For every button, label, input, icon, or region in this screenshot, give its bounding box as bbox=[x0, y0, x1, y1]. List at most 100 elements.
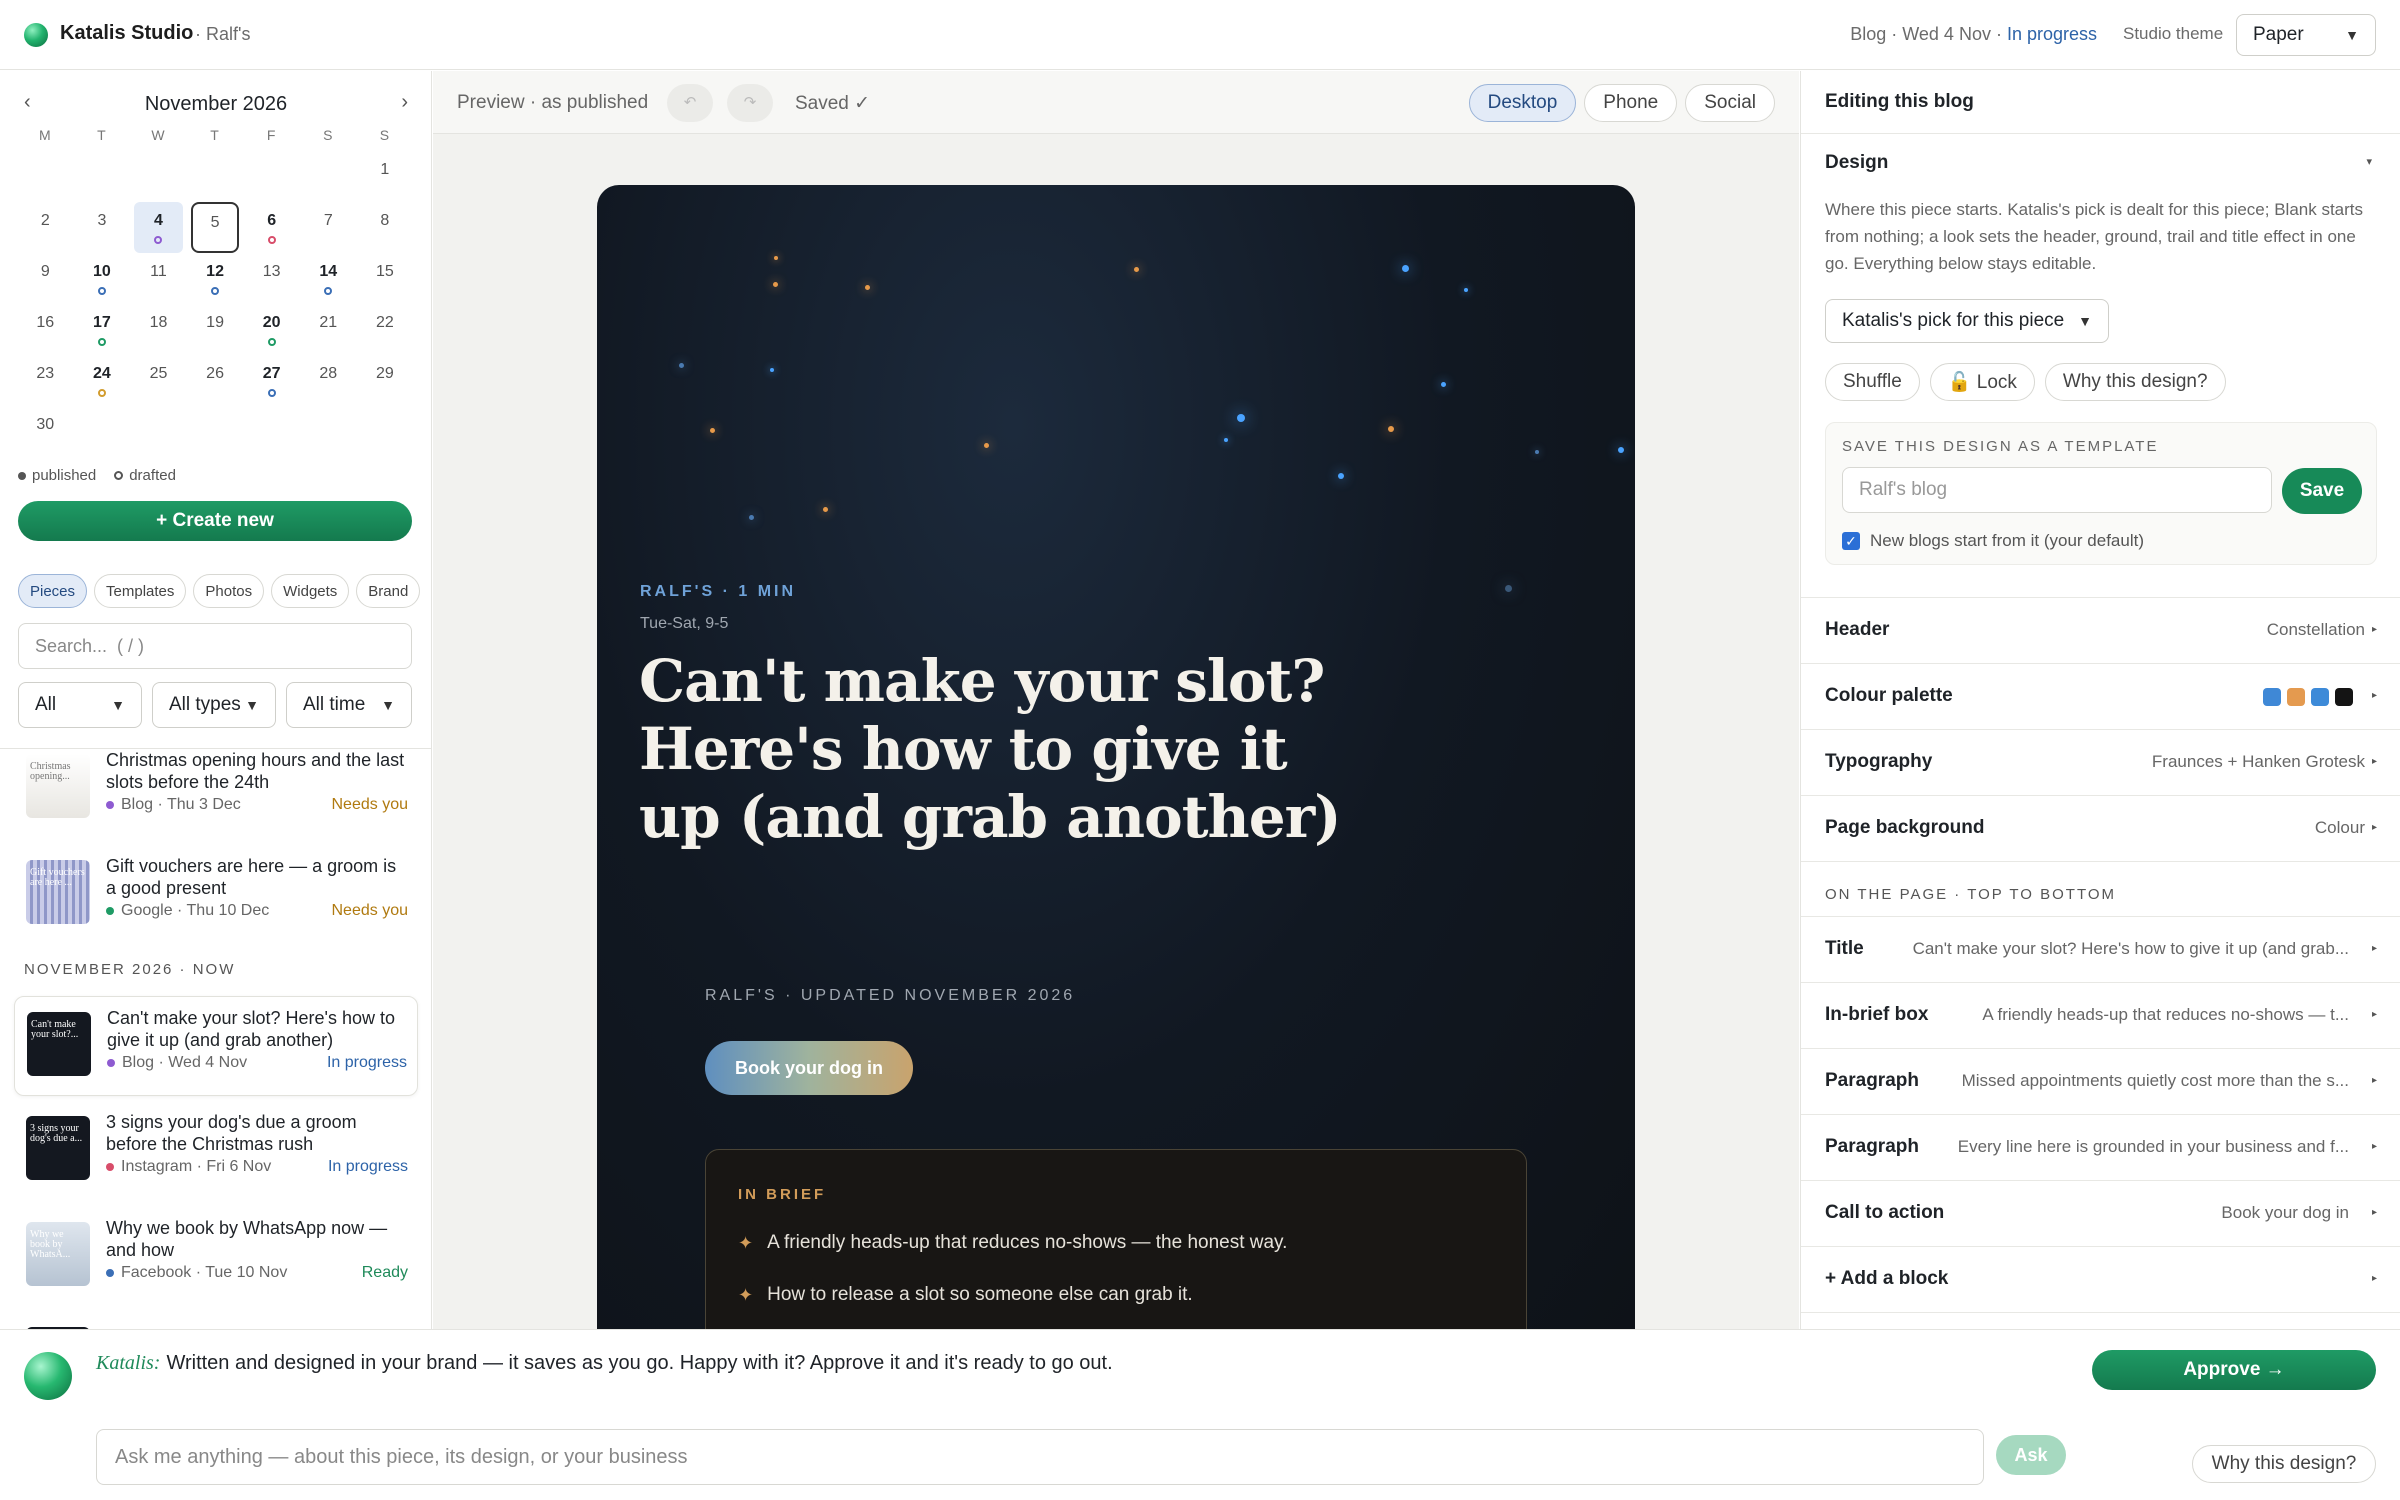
approve-button[interactable]: Approve → bbox=[2092, 1350, 2376, 1390]
calendar-day[interactable]: 1 bbox=[357, 151, 414, 202]
calendar-day[interactable]: 8 bbox=[357, 202, 414, 253]
caret-right-icon: ▸ bbox=[2371, 943, 2377, 954]
calendar-day[interactable]: 12 bbox=[187, 253, 244, 304]
template-name-input[interactable] bbox=[1842, 467, 2272, 513]
calendar-day[interactable]: 27 bbox=[243, 355, 300, 406]
tab-pieces[interactable]: Pieces bbox=[18, 574, 88, 608]
calendar-day[interactable]: 2 bbox=[17, 202, 74, 253]
page-background-value: Colour bbox=[2314, 818, 2365, 837]
calendar-empty bbox=[187, 406, 244, 457]
default-template-checkbox[interactable]: ✓ New blogs start from it (your default) bbox=[1842, 531, 2144, 551]
calendar-day[interactable]: 4 bbox=[134, 202, 183, 253]
calendar-day[interactable]: 22 bbox=[357, 304, 414, 355]
calendar-day-number: 15 bbox=[375, 263, 394, 280]
calendar-day[interactable]: 18 bbox=[130, 304, 187, 355]
calendar-day[interactable]: 26 bbox=[187, 355, 244, 406]
piece-title: Can't make your slot? Here's how to give… bbox=[107, 1008, 395, 1050]
calendar-day[interactable]: 17 bbox=[74, 304, 131, 355]
katalis-logo-icon bbox=[24, 23, 48, 47]
chevron-down-icon: ▼ bbox=[381, 697, 395, 713]
piece-list: NOVEMBER 2026 · NOW Christmas opening...… bbox=[0, 748, 431, 1329]
block-row[interactable]: Paragraph Every line here is grounded in … bbox=[1801, 1114, 2400, 1180]
calendar-day[interactable]: 13 bbox=[243, 253, 300, 304]
caret-down-icon[interactable]: ▾ bbox=[2366, 155, 2372, 168]
calendar-day[interactable]: 20 bbox=[243, 304, 300, 355]
calendar-day[interactable]: 3 bbox=[74, 202, 131, 253]
calendar-next-icon[interactable]: › bbox=[401, 91, 408, 114]
calendar-weeks: 1 2 3 4 5 6 7 8 9 10 11 12 13 14 15 16 17 18 19 20 21 22 23 24 2… bbox=[17, 151, 413, 457]
search-input[interactable] bbox=[18, 623, 412, 669]
calendar-day[interactable]: 29 bbox=[357, 355, 414, 406]
checkbox-checked-icon[interactable]: ✓ bbox=[1842, 532, 1860, 550]
calendar-day[interactable]: 10 bbox=[74, 253, 131, 304]
channel-dot-icon bbox=[106, 1269, 114, 1277]
why-this-design-button[interactable]: Why this design? bbox=[2044, 363, 2226, 401]
chevron-down-icon: ▼ bbox=[111, 697, 125, 713]
block-row[interactable]: Paragraph Missed appointments quietly cos… bbox=[1801, 1048, 2400, 1114]
list-item[interactable]: Can't make your slot?... Can't make your … bbox=[14, 996, 418, 1096]
calendar-day[interactable]: 19 bbox=[187, 304, 244, 355]
list-item-partial[interactable] bbox=[14, 1312, 418, 1329]
filter-time-select[interactable]: All time ▼ bbox=[286, 682, 412, 728]
studio-theme-select[interactable]: Paper ▼ bbox=[2236, 14, 2376, 56]
calendar-day[interactable]: 25 bbox=[130, 355, 187, 406]
shuffle-button[interactable]: Shuffle bbox=[1825, 363, 1920, 401]
tab-templates[interactable]: Templates bbox=[94, 574, 187, 608]
page-background-row[interactable]: Page background Colour ▸ bbox=[1801, 795, 2400, 861]
view-phone-button[interactable]: Phone bbox=[1584, 84, 1678, 122]
tab-widgets[interactable]: Widgets bbox=[271, 574, 350, 608]
redo-icon[interactable]: ↷ bbox=[727, 84, 773, 122]
calendar-day[interactable]: 21 bbox=[300, 304, 357, 355]
in-brief-label: IN BRIEF bbox=[738, 1186, 827, 1203]
header-value: Constellation bbox=[2266, 620, 2365, 639]
calendar-day[interactable]: 14 bbox=[300, 253, 357, 304]
piece-title: 3 signs your dog's due a groom before th… bbox=[106, 1112, 357, 1154]
calendar-day[interactable]: 9 bbox=[17, 253, 74, 304]
block-row[interactable]: Call to action Book your dog in ▸ bbox=[1801, 1180, 2400, 1246]
add-block-row[interactable]: + Add a block ▸ bbox=[1801, 1246, 2400, 1312]
undo-icon[interactable]: ↶ bbox=[667, 84, 713, 122]
view-social-button[interactable]: Social bbox=[1685, 84, 1775, 122]
list-section-header: NOVEMBER 2026 · NOW bbox=[24, 961, 236, 978]
assistant-message-text: Written and designed in your brand — it … bbox=[166, 1352, 1113, 1374]
typography-row[interactable]: Typography Fraunces + Hanken Grotesk ▸ bbox=[1801, 729, 2400, 795]
calendar-day[interactable]: 6 bbox=[243, 202, 300, 253]
piece-thumbnail: Why we book by WhatsA... bbox=[26, 1222, 90, 1286]
filter-type-select[interactable]: All types ▼ bbox=[152, 682, 276, 728]
lock-button[interactable]: 🔓 Lock bbox=[1929, 363, 2035, 401]
piece-title: Christmas opening hours and the last slo… bbox=[106, 750, 405, 792]
calendar-day[interactable]: 28 bbox=[300, 355, 357, 406]
ask-input[interactable] bbox=[96, 1429, 1984, 1485]
save-template-button[interactable]: Save bbox=[2282, 468, 2362, 514]
calendar-day[interactable]: 24 bbox=[74, 355, 131, 406]
calendar-day[interactable]: 11 bbox=[130, 253, 187, 304]
view-desktop-button[interactable]: Desktop bbox=[1468, 84, 1577, 122]
ask-button[interactable]: Ask bbox=[1996, 1435, 2066, 1475]
calendar-day[interactable]: 30 bbox=[17, 406, 74, 457]
header-row[interactable]: Header Constellation ▸ bbox=[1801, 597, 2400, 663]
list-item[interactable]: 3 signs your dog's due a... 3 signs your … bbox=[14, 1101, 418, 1201]
filter-status-select[interactable]: All ▼ bbox=[18, 682, 142, 728]
studio-theme-value: Paper bbox=[2253, 24, 2304, 45]
calendar-day[interactable]: 16 bbox=[17, 304, 74, 355]
calendar-month: November 2026 bbox=[144, 93, 288, 115]
create-new-button[interactable]: + Create new bbox=[18, 501, 412, 541]
block-row[interactable]: In-brief box A friendly heads-up that red… bbox=[1801, 982, 2400, 1048]
calendar-day[interactable]: 5 bbox=[190, 202, 240, 253]
calendar-day[interactable]: 15 bbox=[357, 253, 414, 304]
calendar-day[interactable]: 7 bbox=[300, 202, 357, 253]
calendar-day[interactable]: 23 bbox=[17, 355, 74, 406]
list-item[interactable]: Gift vouchers are here ... Gift vouchers … bbox=[14, 845, 418, 945]
brief-item: ✦ How to release a slot so someone else c… bbox=[738, 1284, 1193, 1306]
why-this-design-button-bottom[interactable]: Why this design? bbox=[2192, 1445, 2376, 1483]
list-item[interactable]: Christmas opening... Christmas opening ho… bbox=[14, 749, 418, 839]
list-item[interactable]: Why we book by WhatsA... Why we book by W… bbox=[14, 1207, 418, 1307]
tab-photos[interactable]: Photos bbox=[193, 574, 265, 608]
tab-brand[interactable]: Brand bbox=[356, 574, 421, 608]
design-section-title[interactable]: Design bbox=[1825, 152, 1888, 174]
colour-palette-row[interactable]: Colour palette ▸ bbox=[1801, 663, 2400, 729]
design-pick-select[interactable]: Katalis's pick for this piece ▼ bbox=[1825, 299, 2109, 343]
calendar-day-number: 11 bbox=[150, 263, 167, 280]
block-row[interactable]: Title Can't make your slot? Here's how to… bbox=[1801, 916, 2400, 982]
book-your-dog-button[interactable]: Book your dog in bbox=[705, 1041, 913, 1095]
